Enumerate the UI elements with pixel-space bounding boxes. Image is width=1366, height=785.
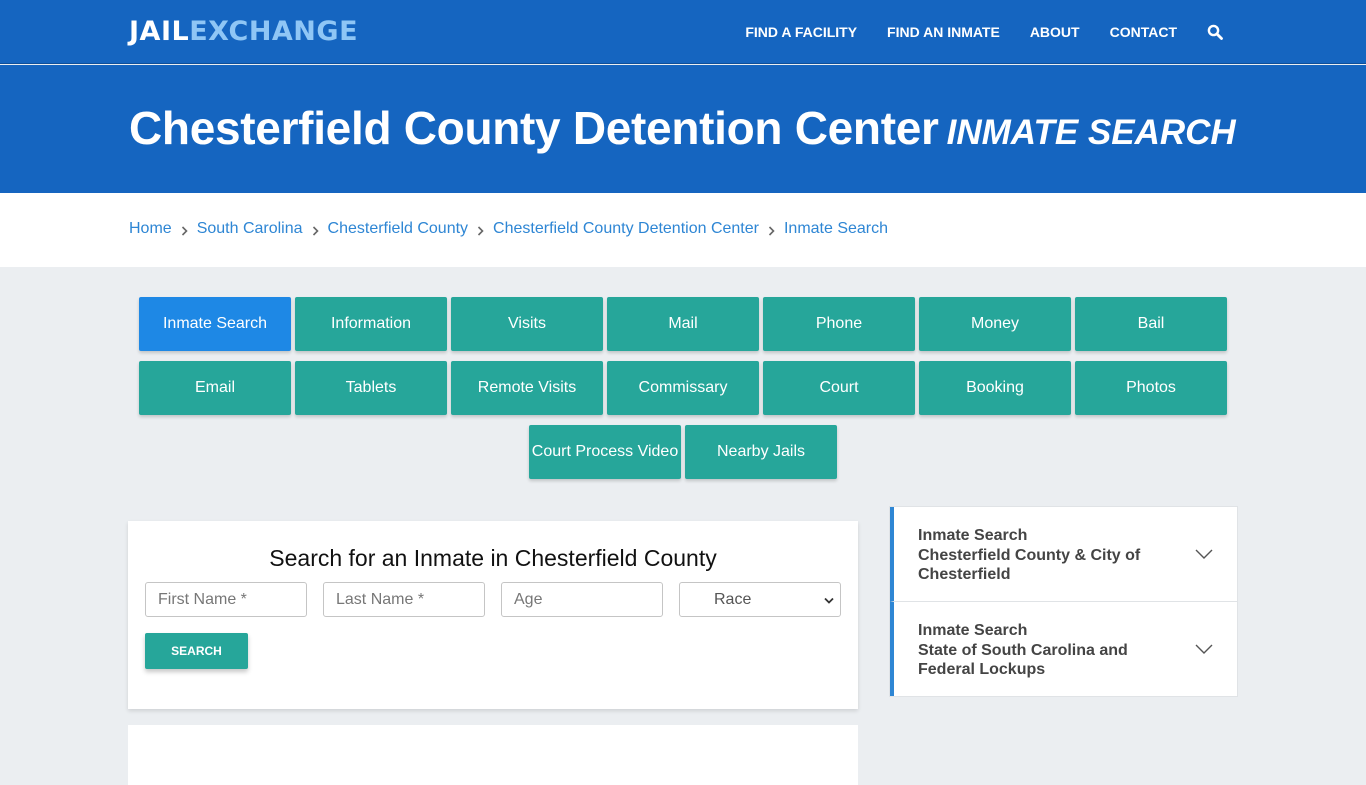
tab-bail[interactable]: Bail	[1075, 297, 1227, 351]
search-card-title: Search for an Inmate in Chesterfield Cou…	[269, 545, 717, 571]
tab-commissary[interactable]: Commissary	[607, 361, 759, 415]
accordion-item-line1: Inmate Search	[918, 527, 1028, 544]
tab-email[interactable]: Email	[139, 361, 291, 415]
nav-find-an-inmate[interactable]: FIND AN INMATE	[887, 24, 1000, 40]
chevron-down-icon[interactable]	[1195, 642, 1213, 654]
search-button[interactable]: SEARCH	[145, 633, 248, 669]
race-select[interactable]: Race	[679, 582, 841, 617]
chevron-right-icon	[312, 224, 319, 236]
chevron-down-icon	[824, 591, 834, 609]
chevron-down-icon[interactable]	[1195, 547, 1213, 559]
tab-tablets[interactable]: Tablets	[295, 361, 447, 415]
tab-nearby-jails[interactable]: Nearby Jails	[685, 425, 837, 479]
search-icon[interactable]	[1207, 24, 1223, 40]
age-input[interactable]	[501, 582, 663, 617]
tab-visits[interactable]: Visits	[451, 297, 603, 351]
chevron-right-icon	[181, 224, 188, 236]
main-nav: FIND A FACILITY FIND AN INMATE ABOUT CON…	[745, 0, 1366, 64]
first-name-input[interactable]	[145, 582, 307, 617]
tab-booking[interactable]: Booking	[919, 361, 1071, 415]
breadcrumb-current[interactable]: Inmate Search	[784, 220, 888, 238]
accordion-item-label: Inmate Search State of South Carolina an…	[918, 621, 1188, 680]
inmate-search-card: Search for an Inmate in Chesterfield Cou…	[128, 521, 858, 709]
tab-information[interactable]: Information	[295, 297, 447, 351]
tab-row-2: Email Tablets Remote Visits Commissary C…	[137, 361, 1229, 415]
facility-tab-grid: Inmate Search Information Visits Mail Ph…	[137, 297, 1229, 489]
tab-inmate-search[interactable]: Inmate Search	[139, 297, 291, 351]
nav-about[interactable]: ABOUT	[1030, 24, 1080, 40]
nav-contact[interactable]: CONTACT	[1110, 24, 1177, 40]
tab-row-3: Court Process Video Nearby Jails	[137, 425, 1229, 479]
tab-court[interactable]: Court	[763, 361, 915, 415]
accordion-item-line1: Inmate Search	[918, 622, 1028, 639]
tab-court-process-video[interactable]: Court Process Video	[529, 425, 681, 479]
accordion-item-state-federal-search[interactable]: Inmate Search State of South Carolina an…	[890, 602, 1237, 696]
breadcrumb-state[interactable]: South Carolina	[197, 220, 303, 238]
tab-row-1: Inmate Search Information Visits Mail Ph…	[137, 297, 1229, 351]
sidebar-accordion: Inmate Search Chesterfield County & City…	[889, 506, 1238, 697]
content-card	[128, 725, 858, 785]
tab-remote-visits[interactable]: Remote Visits	[451, 361, 603, 415]
race-select-value: Race	[714, 590, 752, 608]
nav-find-a-facility[interactable]: FIND A FACILITY	[745, 24, 857, 40]
breadcrumb-home[interactable]: Home	[129, 220, 172, 238]
top-navbar: JAILEXCHANGE FIND A FACILITY FIND AN INM…	[0, 0, 1366, 64]
tab-phone[interactable]: Phone	[763, 297, 915, 351]
breadcrumb-facility[interactable]: Chesterfield County Detention Center	[493, 220, 759, 238]
chevron-right-icon	[768, 224, 775, 236]
page-title: Chesterfield County Detention Center INMA…	[129, 101, 1236, 155]
page-title-sub: INMATE SEARCH	[946, 113, 1236, 152]
logo-part-jail: JAIL	[129, 16, 190, 47]
tab-money[interactable]: Money	[919, 297, 1071, 351]
breadcrumb-bar: Home South Carolina Chesterfield County …	[0, 193, 1366, 267]
breadcrumb: Home South Carolina Chesterfield County …	[129, 220, 888, 238]
chevron-right-icon	[477, 224, 484, 236]
breadcrumb-county[interactable]: Chesterfield County	[328, 220, 469, 238]
accordion-item-line2: State of South Carolina and Federal Lock…	[918, 641, 1128, 679]
logo-part-exchange: EXCHANGE	[189, 16, 359, 47]
last-name-input[interactable]	[323, 582, 485, 617]
page-hero: Chesterfield County Detention Center INMA…	[0, 65, 1366, 193]
accordion-item-line2: Chesterfield County & City of Chesterfie…	[918, 546, 1141, 584]
accordion-item-label: Inmate Search Chesterfield County & City…	[918, 526, 1188, 585]
tab-mail[interactable]: Mail	[607, 297, 759, 351]
accordion-item-county-search[interactable]: Inmate Search Chesterfield County & City…	[890, 507, 1237, 602]
tab-photos[interactable]: Photos	[1075, 361, 1227, 415]
site-logo[interactable]: JAILEXCHANGE	[129, 16, 358, 48]
page-title-main: Chesterfield County Detention Center	[129, 102, 939, 154]
